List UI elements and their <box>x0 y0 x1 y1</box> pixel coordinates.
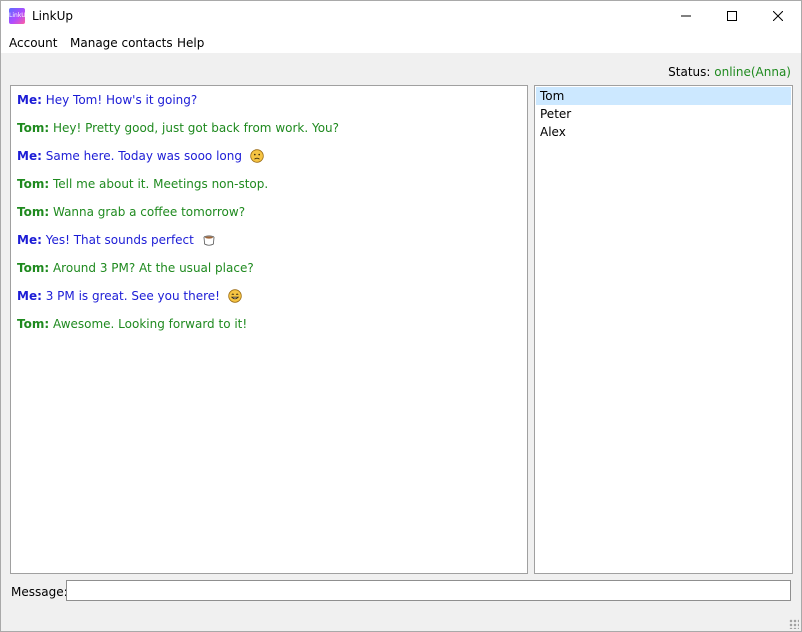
message-sender: Tom: <box>17 205 50 219</box>
chat-message: Me: Same here. Today was sooo long <box>17 149 264 163</box>
message-text: 3 PM is great. See you there! <box>45 289 220 303</box>
message-sender: Me: <box>17 233 42 247</box>
coffee-icon <box>203 235 215 246</box>
close-button[interactable] <box>755 1 801 31</box>
chat-message: Me: 3 PM is great. See you there! <box>17 289 242 303</box>
status-value: online(Anna) <box>714 65 791 79</box>
message-sender: Tom: <box>17 177 50 191</box>
chat-message: Me: Yes! That sounds perfect <box>17 233 216 247</box>
menu-manage-contacts[interactable]: Manage contacts <box>70 36 173 50</box>
message-text: Hey! Pretty good, just got back from wor… <box>52 121 340 135</box>
message-text: Around 3 PM? At the usual place? <box>52 261 254 275</box>
message-label: Message: <box>11 585 68 599</box>
smile-face-icon <box>228 289 242 303</box>
message-text: Tell me about it. Meetings non-stop. <box>52 177 269 191</box>
window-title: LinkUp <box>32 9 73 23</box>
chat-message: Tom: Awesome. Looking forward to it! <box>17 317 247 331</box>
chat-message: Tom: Wanna grab a coffee tomorrow? <box>17 205 245 219</box>
message-sender: Me: <box>17 289 42 303</box>
app-window: LinkUp LinkUp Account Manage contacts He… <box>0 0 802 632</box>
maximize-button[interactable] <box>709 1 755 31</box>
status-label: Status: <box>668 65 711 79</box>
resize-grip-icon[interactable] <box>789 619 799 629</box>
minimize-button[interactable] <box>663 1 709 31</box>
message-sender: Me: <box>17 93 42 107</box>
chat-message: Tom: Tell me about it. Meetings non-stop… <box>17 177 268 191</box>
message-sender: Me: <box>17 149 42 163</box>
message-text: Hey Tom! How's it going? <box>45 93 198 107</box>
title-bar[interactable]: LinkUp LinkUp <box>1 1 801 31</box>
message-text: Awesome. Looking forward to it! <box>52 317 248 331</box>
close-icon <box>773 11 783 21</box>
app-logo-icon: LinkUp <box>9 8 30 24</box>
contacts-list[interactable]: Tom Peter Alex <box>534 85 793 574</box>
contact-item-tom[interactable]: Tom <box>536 87 791 105</box>
chat-message: Tom: Hey! Pretty good, just got back fro… <box>17 121 339 135</box>
message-text: Wanna grab a coffee tomorrow? <box>52 205 246 219</box>
sad-face-icon <box>250 149 264 163</box>
contact-item-alex[interactable]: Alex <box>536 123 791 141</box>
maximize-icon <box>727 11 737 21</box>
menu-bar: Account Manage contacts Help <box>1 31 801 53</box>
status-indicator: Status: online(Anna) <box>668 65 791 79</box>
message-text: Same here. Today was sooo long <box>45 149 242 163</box>
message-text: Yes! That sounds perfect <box>45 233 194 247</box>
chat-message: Tom: Around 3 PM? At the usual place? <box>17 261 254 275</box>
minimize-icon <box>681 15 691 17</box>
chat-history[interactable]: Me: Hey Tom! How's it going? Tom: Hey! P… <box>10 85 528 574</box>
contact-item-peter[interactable]: Peter <box>536 105 791 123</box>
message-input[interactable] <box>66 580 791 601</box>
menu-account[interactable]: Account <box>9 36 57 50</box>
message-sender: Tom: <box>17 317 50 331</box>
message-sender: Tom: <box>17 261 50 275</box>
chat-message: Me: Hey Tom! How's it going? <box>17 93 197 107</box>
menu-help[interactable]: Help <box>177 36 204 50</box>
message-sender: Tom: <box>17 121 50 135</box>
